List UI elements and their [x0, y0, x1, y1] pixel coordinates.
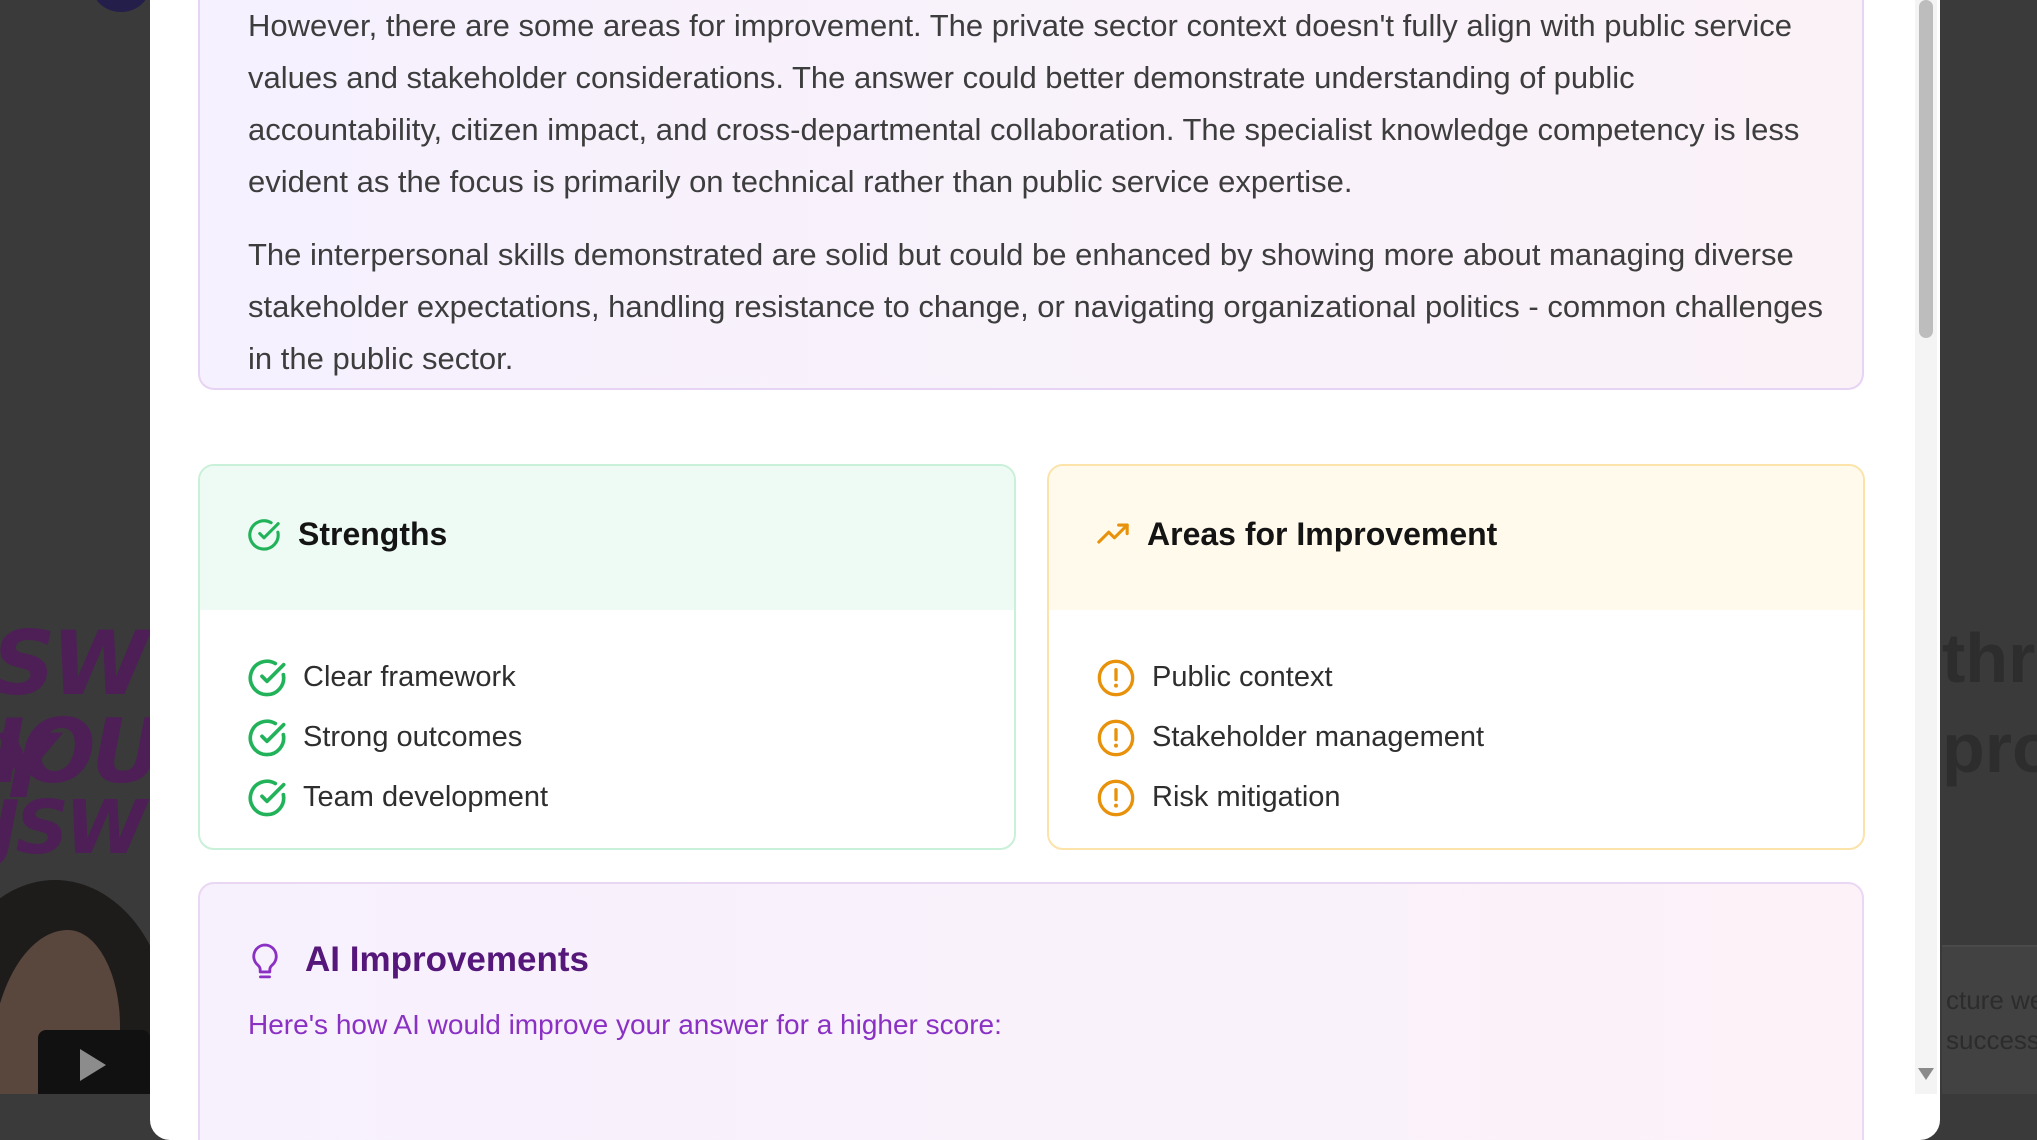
feedback-paragraph: The interpersonal skills demonstrated ar…	[248, 237, 1824, 376]
feedback-paragraph: However, there are some areas for improv…	[248, 8, 1800, 199]
improvement-label: Risk mitigation	[1152, 781, 1341, 813]
background-card: cture we success	[1942, 945, 2037, 1094]
strengths-header: Strengths	[200, 466, 1014, 610]
strength-label: Strong outcomes	[303, 721, 523, 753]
modal-scroll-content[interactable]: However, there are some areas for improv…	[150, 0, 1940, 1140]
play-icon[interactable]	[80, 1049, 106, 1081]
strength-label: Team development	[303, 781, 549, 813]
page-scrollbar[interactable]	[1915, 0, 1937, 1094]
improvement-label: Public context	[1152, 661, 1333, 693]
check-circle-icon	[248, 659, 286, 697]
background-right-content: thro proa cture we success	[1942, 0, 2037, 1094]
alert-circle-icon	[1097, 719, 1135, 757]
lightbulb-icon	[252, 943, 278, 979]
improvement-panel: Areas for Improvement Public context Sta…	[1047, 464, 1865, 850]
check-circle-icon	[248, 719, 286, 757]
improvement-header: Areas for Improvement	[1049, 466, 1863, 610]
scroll-down-arrow-icon[interactable]	[1918, 1068, 1934, 1080]
check-circle-icon	[248, 519, 280, 551]
background-card-text: cture we	[1946, 985, 2037, 1015]
detailed-feedback-card: However, there are some areas for improv…	[198, 0, 1864, 390]
ai-improvements-card: AI Improvements Here's how AI would impr…	[198, 882, 1864, 1140]
ai-improvements-subtitle: Here's how AI would improve your answer …	[248, 1009, 1002, 1040]
ai-improvements-title: AI Improvements	[305, 940, 589, 979]
alert-circle-icon	[1097, 779, 1135, 817]
check-circle-icon	[248, 779, 286, 817]
strengths-panel: Strengths Clear framework Strong outcome…	[198, 464, 1016, 850]
background-heading-fragment: proa	[1942, 709, 2037, 787]
improvement-title: Areas for Improvement	[1147, 516, 1498, 552]
strengths-title: Strengths	[298, 516, 448, 552]
improvement-label: Stakeholder management	[1152, 721, 1485, 753]
background-card-text: success	[1946, 1025, 2037, 1055]
feedback-modal: However, there are some areas for improv…	[150, 0, 1940, 1140]
strength-label: Clear framework	[303, 661, 516, 693]
scrollbar-thumb[interactable]	[1919, 0, 1933, 338]
trending-up-icon	[1097, 523, 1129, 544]
alert-circle-icon	[1097, 659, 1135, 697]
background-script-text: JSW	[0, 785, 146, 871]
background-heading-fragment: thro	[1942, 619, 2037, 697]
background-hero-image: SW Y IOU JSW	[0, 600, 150, 1094]
background-logo-shape	[92, 0, 150, 12]
